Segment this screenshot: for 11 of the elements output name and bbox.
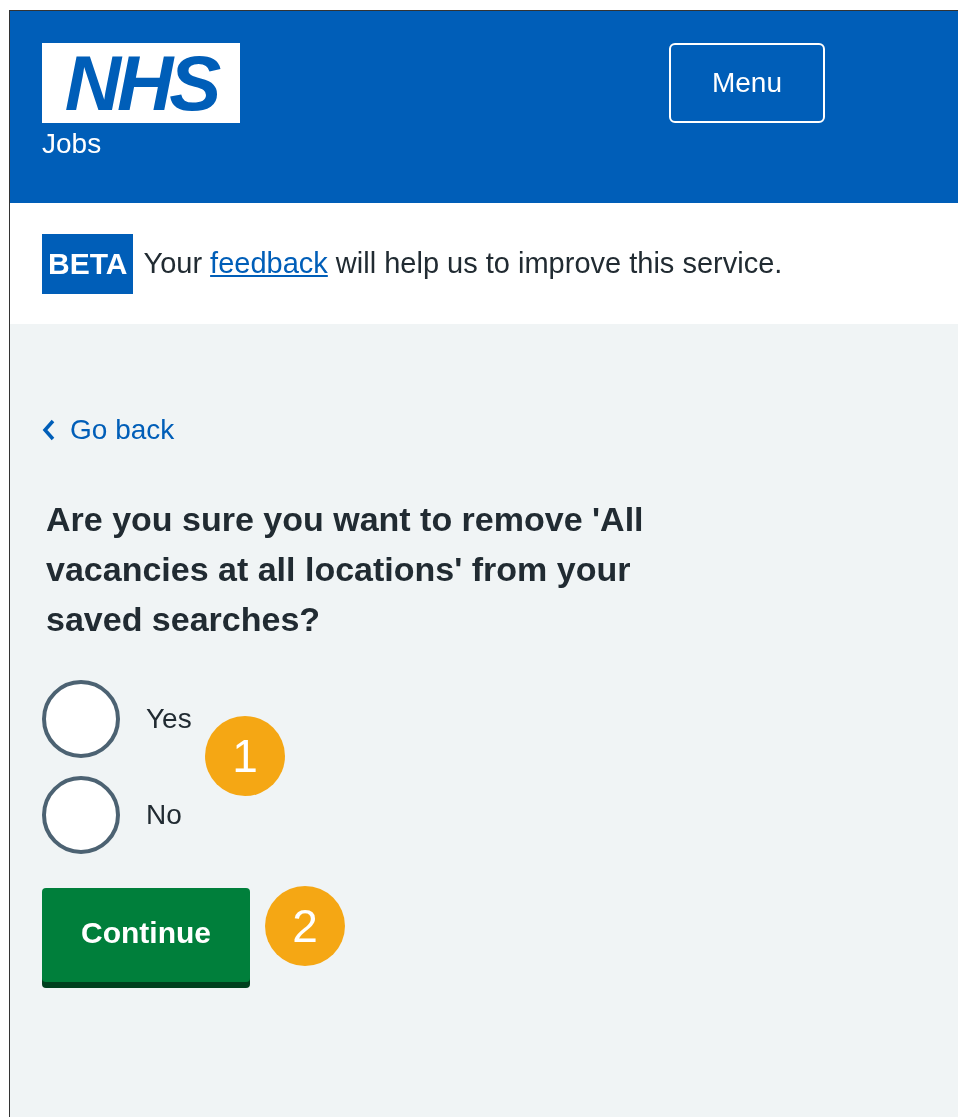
- beta-tag: BETA: [42, 233, 134, 294]
- service-name: Jobs: [42, 127, 103, 161]
- banner-text: Your feedback will help us to improve this service.: [143, 245, 783, 281]
- option-label: Yes: [146, 702, 192, 736]
- feedback-link[interactable]: feedback: [210, 246, 328, 279]
- menu-button[interactable]: Menu: [669, 43, 825, 123]
- chevron-left-icon: [42, 419, 56, 441]
- question-heading: Are you sure you want to remove 'All vacancies at all locations' from your saved searches?: [45, 499, 645, 640]
- back-link[interactable]: Go back: [42, 412, 926, 448]
- option-label: No: [146, 798, 182, 832]
- nhs-logo[interactable]: NHS: [42, 43, 240, 123]
